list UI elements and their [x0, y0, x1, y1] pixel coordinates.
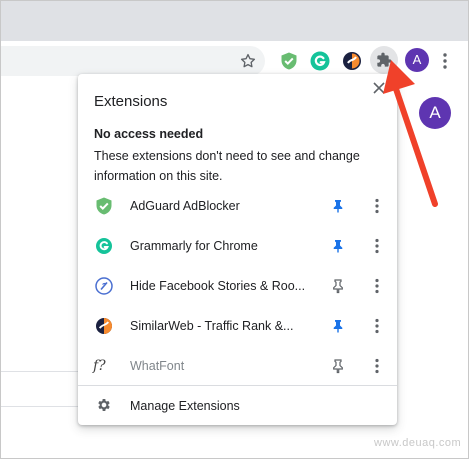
gear-icon	[98, 399, 110, 411]
more-vert-icon[interactable]	[371, 318, 383, 334]
hide-facebook-stories-icon	[95, 277, 113, 295]
watermark: www.deuaq.com	[374, 437, 462, 449]
tab-strip	[1, 1, 468, 41]
popup-title: Extensions	[94, 93, 168, 110]
pin-icon[interactable]	[330, 318, 346, 334]
similarweb-icon	[96, 318, 112, 334]
star-icon[interactable]	[239, 52, 257, 70]
more-vert-icon[interactable]	[371, 238, 383, 254]
pin-icon[interactable]	[330, 198, 346, 214]
extension-name: WhatFont	[130, 359, 185, 373]
manage-extensions-button[interactable]: Manage Extensions	[78, 386, 397, 425]
browser-window: A A Extensions No access needed These ex…	[0, 0, 469, 459]
red-arrow-annotation	[383, 60, 438, 207]
extension-name: Grammarly for Chrome	[130, 239, 258, 253]
extension-row-grammarly[interactable]: Grammarly for Chrome	[78, 226, 397, 266]
extensions-popup: Extensions No access needed These extens…	[78, 74, 397, 425]
extension-row-similarweb[interactable]: SimilarWeb - Traffic Rank &...	[78, 306, 397, 346]
address-bar[interactable]	[1, 46, 265, 76]
similarweb-icon[interactable]	[342, 51, 362, 71]
section-title: No access needed	[94, 127, 204, 141]
adguard-shield-icon	[96, 197, 112, 215]
pin-outline-icon[interactable]	[330, 358, 346, 374]
extension-row-adguard[interactable]: AdGuard AdBlocker	[78, 186, 397, 226]
more-vert-icon[interactable]	[371, 358, 383, 374]
extension-row-hide-facebook-stories[interactable]: Hide Facebook Stories & Roo...	[78, 266, 397, 306]
extension-name: AdGuard AdBlocker	[130, 199, 240, 213]
manage-extensions-label: Manage Extensions	[130, 399, 240, 413]
pin-icon[interactable]	[330, 238, 346, 254]
extension-row-whatfont[interactable]: f? WhatFont	[78, 346, 397, 386]
grammarly-icon[interactable]	[310, 51, 330, 71]
extension-name: SimilarWeb - Traffic Rank &...	[130, 319, 294, 333]
section-description: These extensions don't need to see and c…	[94, 149, 360, 183]
whatfont-icon: f?	[93, 358, 106, 374]
extension-name: Hide Facebook Stories & Roo...	[130, 279, 306, 293]
pin-outline-icon[interactable]	[330, 278, 346, 294]
adguard-icon[interactable]	[279, 51, 299, 71]
grammarly-icon	[96, 238, 112, 254]
more-vert-icon[interactable]	[371, 278, 383, 294]
